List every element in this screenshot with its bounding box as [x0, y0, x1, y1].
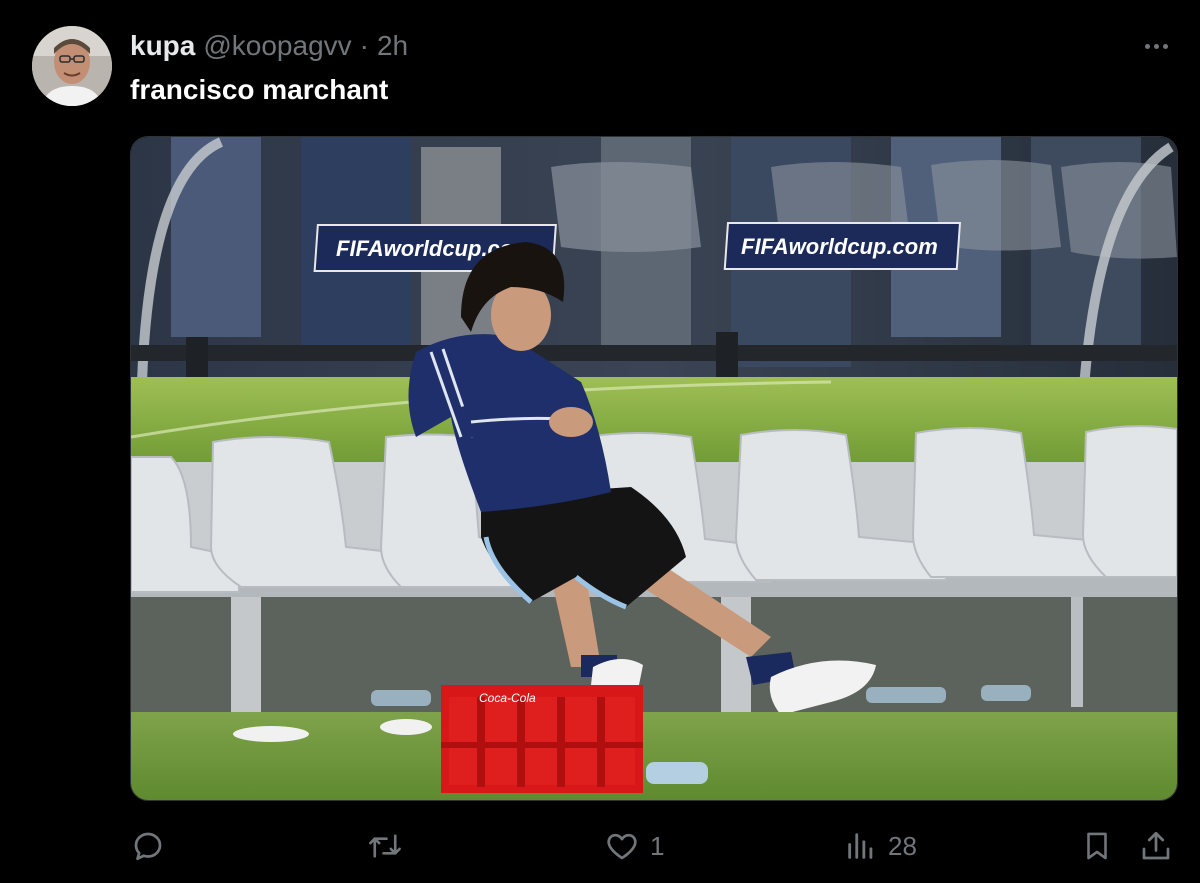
- like-count: 1: [650, 830, 665, 861]
- views-count: 28: [888, 830, 917, 861]
- more-dot: [1144, 43, 1150, 49]
- header-separator: ·: [359, 30, 369, 61]
- reply-button[interactable]: [130, 822, 176, 870]
- retweet-button[interactable]: [366, 822, 414, 870]
- photo-scene: FIFAworldcup.com FIFAworldcup.com Coca-C…: [131, 137, 1177, 800]
- author-display-name[interactable]: kupa: [130, 30, 195, 62]
- reply-icon: [134, 832, 162, 861]
- views-button[interactable]: 28: [844, 822, 917, 870]
- tweet-timestamp[interactable]: 2h: [377, 30, 408, 62]
- banner-right-text: FIFAworldcup.com: [741, 234, 938, 259]
- bookmark-icon: [1087, 832, 1107, 860]
- retweet-icon: [369, 834, 401, 858]
- coca-cola-crate: Coca-Cola: [441, 685, 643, 793]
- avatar[interactable]: [32, 26, 112, 106]
- share-button[interactable]: [1138, 822, 1174, 870]
- more-dot: [1162, 43, 1168, 49]
- share-icon: [1142, 831, 1170, 860]
- views-chart-icon: [848, 833, 873, 859]
- more-dots-icon[interactable]: [1138, 36, 1174, 56]
- crate-label: Coca-Cola: [479, 691, 536, 705]
- tweet-text: francisco marchant: [130, 74, 389, 105]
- tweet-media-photo[interactable]: FIFAworldcup.com FIFAworldcup.com Coca-C…: [130, 136, 1178, 801]
- tweet-header: kupa @koopagvv · 2h: [130, 30, 408, 64]
- avatar-image: [32, 26, 112, 106]
- heart-icon: [607, 833, 637, 860]
- like-button[interactable]: 1: [604, 822, 664, 870]
- more-dot: [1153, 43, 1159, 49]
- author-handle[interactable]: @koopagvv: [203, 30, 351, 62]
- bookmark-button[interactable]: [1080, 822, 1114, 870]
- tweet-action-bar: 1 28: [130, 822, 1176, 870]
